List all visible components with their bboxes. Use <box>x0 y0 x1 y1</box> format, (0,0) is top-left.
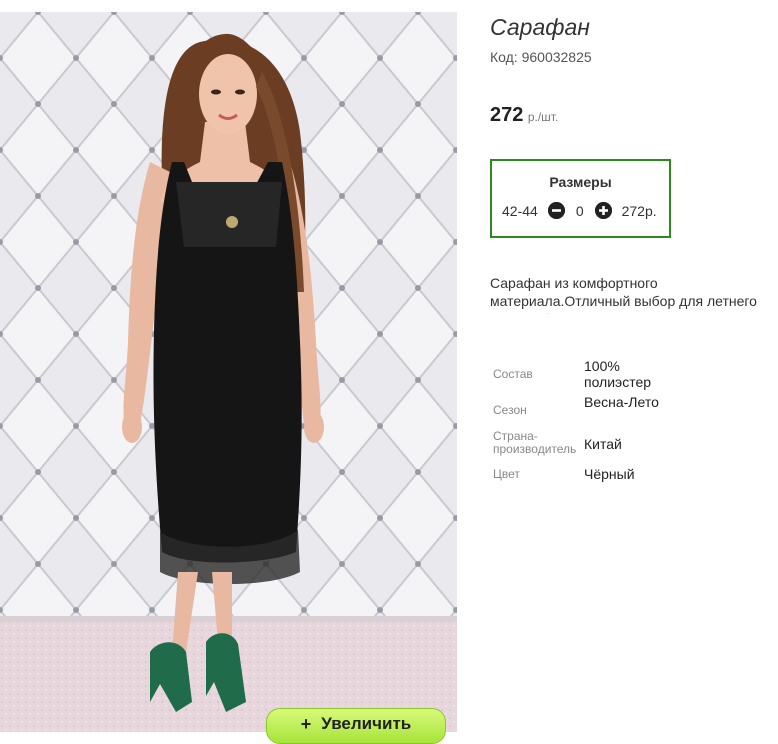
minus-icon <box>547 202 565 219</box>
product-title: Сарафан <box>490 14 590 40</box>
product-description: Сарафан из комфортного материала.Отличны… <box>490 275 757 314</box>
spec-value: Китай <box>584 436 622 452</box>
size-label: 42-44 <box>502 202 538 219</box>
spec-label: Состав <box>493 367 533 381</box>
price-unit: р./шт. <box>527 110 559 124</box>
product-price: 272 р./шт. <box>490 104 558 127</box>
sizes-title: Размеры <box>549 174 612 190</box>
product-sku: Код: 960032825 <box>490 49 592 65</box>
zoom-button-label: Увеличить <box>321 714 412 733</box>
description-container: Сарафан из комфортного материала.Отличны… <box>490 274 778 314</box>
spec-value: Весна-Лето <box>584 394 659 410</box>
sizes-panel: Размеры 42-44 0 272р. <box>490 159 671 238</box>
decrease-quantity-button[interactable] <box>547 202 565 219</box>
spec-value: Чёрный <box>584 466 635 482</box>
spec-label: Сезон <box>493 403 527 417</box>
spec-label: Цвет <box>493 467 520 481</box>
increase-quantity-button[interactable] <box>594 202 612 219</box>
price-value: 272 <box>490 104 524 126</box>
zoom-button[interactable]: + Увеличить <box>266 708 446 744</box>
quantity-value[interactable]: 0 <box>576 203 584 219</box>
product-photo[interactable] <box>0 12 457 732</box>
spec-label: Страна-производитель <box>493 429 577 456</box>
size-row: 42-44 0 272р. <box>502 202 657 219</box>
plus-circle-icon <box>594 202 612 219</box>
spec-value: 100% полиэстер <box>584 358 652 390</box>
product-image <box>0 12 457 732</box>
size-row-price: 272р. <box>621 202 657 219</box>
